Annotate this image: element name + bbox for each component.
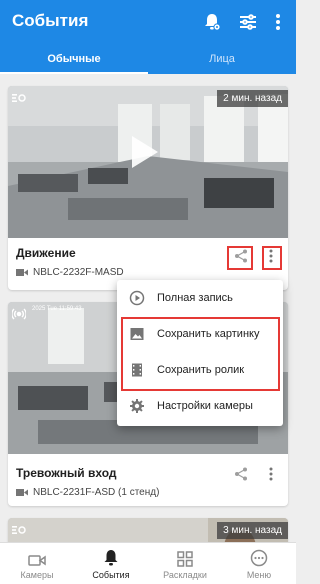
nav-label: Раскладки bbox=[163, 570, 207, 580]
grid-icon bbox=[148, 543, 222, 567]
event-tabs: Обычные Лица bbox=[0, 44, 296, 74]
event-thumbnail[interactable]: 3 мин. назад bbox=[8, 518, 288, 542]
camera-label: NBLC-2231F-ASD (1 стенд) bbox=[16, 487, 159, 498]
more-vert-icon[interactable] bbox=[266, 10, 290, 34]
gear-icon bbox=[117, 398, 157, 414]
tab-regular[interactable]: Обычные bbox=[0, 44, 148, 74]
nav-label: Меню bbox=[246, 570, 272, 580]
play-circle-icon bbox=[117, 290, 157, 306]
nav-label: События bbox=[92, 570, 130, 580]
motion-icon bbox=[12, 92, 26, 106]
app-bar: События bbox=[0, 0, 296, 44]
nav-menu[interactable]: Меню bbox=[222, 543, 296, 584]
more-icon bbox=[222, 543, 296, 567]
camera-icon bbox=[16, 269, 28, 276]
menu-item-label: Настройки камеры bbox=[157, 400, 253, 412]
filter-sliders-icon[interactable] bbox=[236, 10, 260, 34]
event-title: Тревожный вход bbox=[16, 466, 117, 480]
camera-icon bbox=[0, 543, 74, 567]
time-badge: 3 мин. назад bbox=[217, 522, 288, 539]
more-highlight bbox=[262, 246, 282, 270]
more-vert-icon[interactable] bbox=[260, 463, 282, 485]
menu-item-full-recording[interactable]: Полная запись bbox=[117, 284, 283, 312]
camera-name: NBLC-2231F-ASD (1 стенд) bbox=[33, 487, 160, 498]
event-thumbnail[interactable]: 2 мин. назад bbox=[8, 86, 288, 238]
bell-icon bbox=[74, 543, 148, 567]
camera-label: NBLC-2232F-MASD bbox=[16, 267, 124, 278]
save-options-highlight bbox=[121, 317, 280, 391]
share-icon[interactable] bbox=[230, 463, 252, 485]
event-title: Движение bbox=[16, 246, 76, 260]
nav-label: Камеры bbox=[20, 570, 54, 580]
alarm-input-icon bbox=[11, 308, 27, 323]
nav-cameras[interactable]: Камеры bbox=[0, 543, 74, 584]
nav-events[interactable]: События bbox=[74, 543, 148, 584]
page-title: События bbox=[12, 11, 89, 30]
motion-icon bbox=[12, 524, 26, 538]
bottom-navigation: Камеры События Раскладки Меню bbox=[0, 542, 296, 584]
share-highlight bbox=[227, 246, 253, 270]
time-badge: 2 мин. назад bbox=[217, 90, 288, 107]
event-card[interactable]: 3 мин. назад bbox=[8, 518, 288, 542]
nav-layouts[interactable]: Раскладки bbox=[148, 543, 222, 584]
play-icon[interactable] bbox=[132, 136, 158, 168]
camera-name: NBLC-2232F-MASD bbox=[33, 267, 124, 278]
camera-icon bbox=[16, 489, 28, 496]
video-timestamp: 2025 Tue 11:59:43 bbox=[32, 306, 82, 312]
menu-item-label: Полная запись bbox=[157, 292, 233, 304]
menu-item-camera-settings[interactable]: Настройки камеры bbox=[117, 392, 283, 420]
tab-faces[interactable]: Лица bbox=[148, 44, 296, 74]
notification-settings-icon[interactable] bbox=[200, 10, 224, 34]
